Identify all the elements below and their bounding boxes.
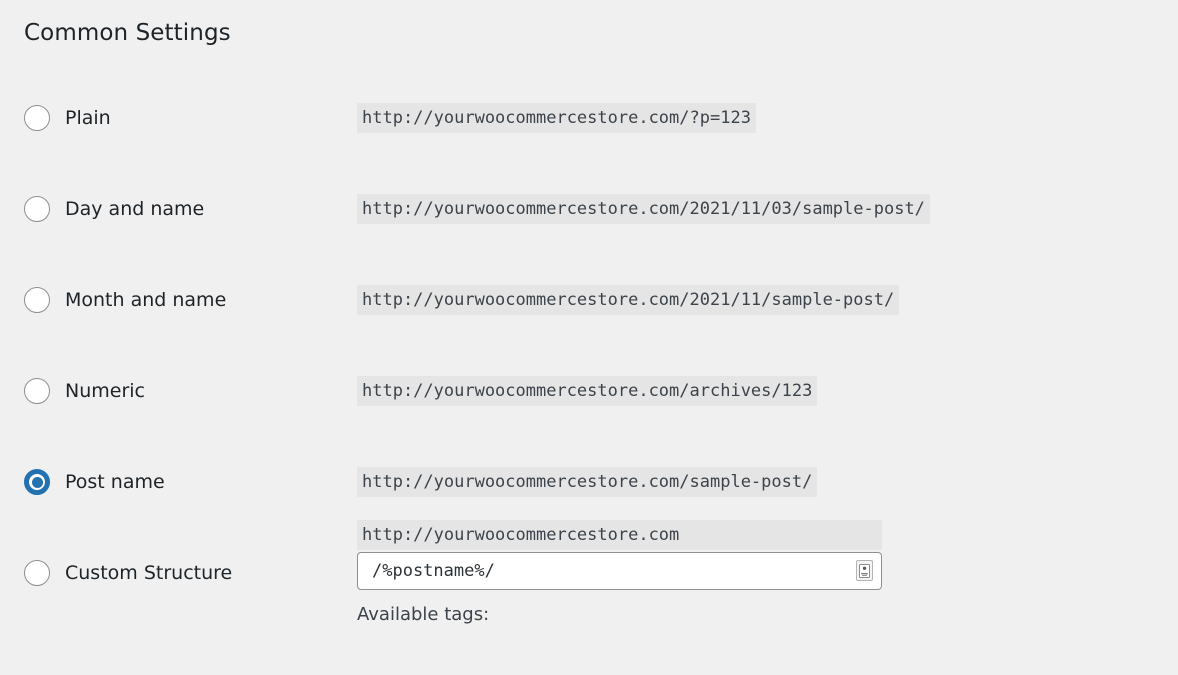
radio-label-text-custom-structure: Custom Structure (65, 560, 232, 586)
radio-label-text-month-and-name: Month and name (65, 287, 226, 313)
radio-label-text-numeric: Numeric (65, 378, 145, 404)
permalink-option-row-day-and-name[interactable]: Day and name http://yourwoocommercestore… (0, 181, 1178, 272)
radio-numeric[interactable] (24, 378, 50, 404)
form-autofill-icon[interactable] (856, 560, 873, 581)
custom-structure-site-prefix: http://yourwoocommercestore.com (357, 520, 882, 550)
radio-label-month-and-name[interactable]: Month and name (24, 272, 226, 328)
custom-structure-container: http://yourwoocommercestore.com Availabl… (357, 520, 882, 627)
radio-day-and-name[interactable] (24, 196, 50, 222)
example-url-container-plain: http://yourwoocommercestore.com/?p=123 (357, 103, 756, 133)
radio-month-and-name[interactable] (24, 287, 50, 313)
example-url-container-month-and-name: http://yourwoocommercestore.com/2021/11/… (357, 285, 899, 315)
custom-structure-input[interactable] (357, 552, 882, 590)
example-url-container-day-and-name: http://yourwoocommercestore.com/2021/11/… (357, 194, 930, 224)
radio-label-post-name[interactable]: Post name (24, 454, 165, 510)
radio-label-text-day-and-name: Day and name (65, 196, 204, 222)
example-url-month-and-name: http://yourwoocommercestore.com/2021/11/… (357, 285, 899, 315)
page-title: Common Settings (24, 18, 231, 48)
custom-structure-input-wrap (357, 552, 882, 590)
example-url-container-post-name: http://yourwoocommercestore.com/sample-p… (357, 467, 817, 497)
radio-label-text-post-name: Post name (65, 469, 165, 495)
radio-plain[interactable] (24, 105, 50, 131)
radio-label-day-and-name[interactable]: Day and name (24, 181, 204, 237)
permalink-option-row-numeric[interactable]: Numeric http://yourwoocommercestore.com/… (0, 363, 1178, 454)
permalink-options-list: Plain http://yourwoocommercestore.com/?p… (0, 90, 1178, 675)
radio-label-plain[interactable]: Plain (24, 90, 111, 146)
radio-label-text-plain: Plain (65, 105, 111, 131)
example-url-container-numeric: http://yourwoocommercestore.com/archives… (357, 376, 817, 406)
radio-post-name[interactable] (24, 469, 50, 495)
permalink-option-row-custom-structure[interactable]: Custom Structure http://yourwoocommerces… (0, 545, 1178, 675)
permalink-option-row-month-and-name[interactable]: Month and name http://yourwoocommercesto… (0, 272, 1178, 363)
example-url-day-and-name: http://yourwoocommercestore.com/2021/11/… (357, 194, 930, 224)
example-url-post-name: http://yourwoocommercestore.com/sample-p… (357, 467, 817, 497)
example-url-plain: http://yourwoocommercestore.com/?p=123 (357, 103, 756, 133)
permalink-option-row-plain[interactable]: Plain http://yourwoocommercestore.com/?p… (0, 90, 1178, 181)
radio-custom-structure[interactable] (24, 560, 50, 586)
radio-label-custom-structure[interactable]: Custom Structure (24, 545, 232, 601)
permalink-settings-page: Common Settings Plain http://yourwoocomm… (0, 0, 1178, 674)
radio-label-numeric[interactable]: Numeric (24, 363, 145, 419)
available-tags-label: Available tags: (357, 603, 882, 627)
example-url-numeric: http://yourwoocommercestore.com/archives… (357, 376, 817, 406)
